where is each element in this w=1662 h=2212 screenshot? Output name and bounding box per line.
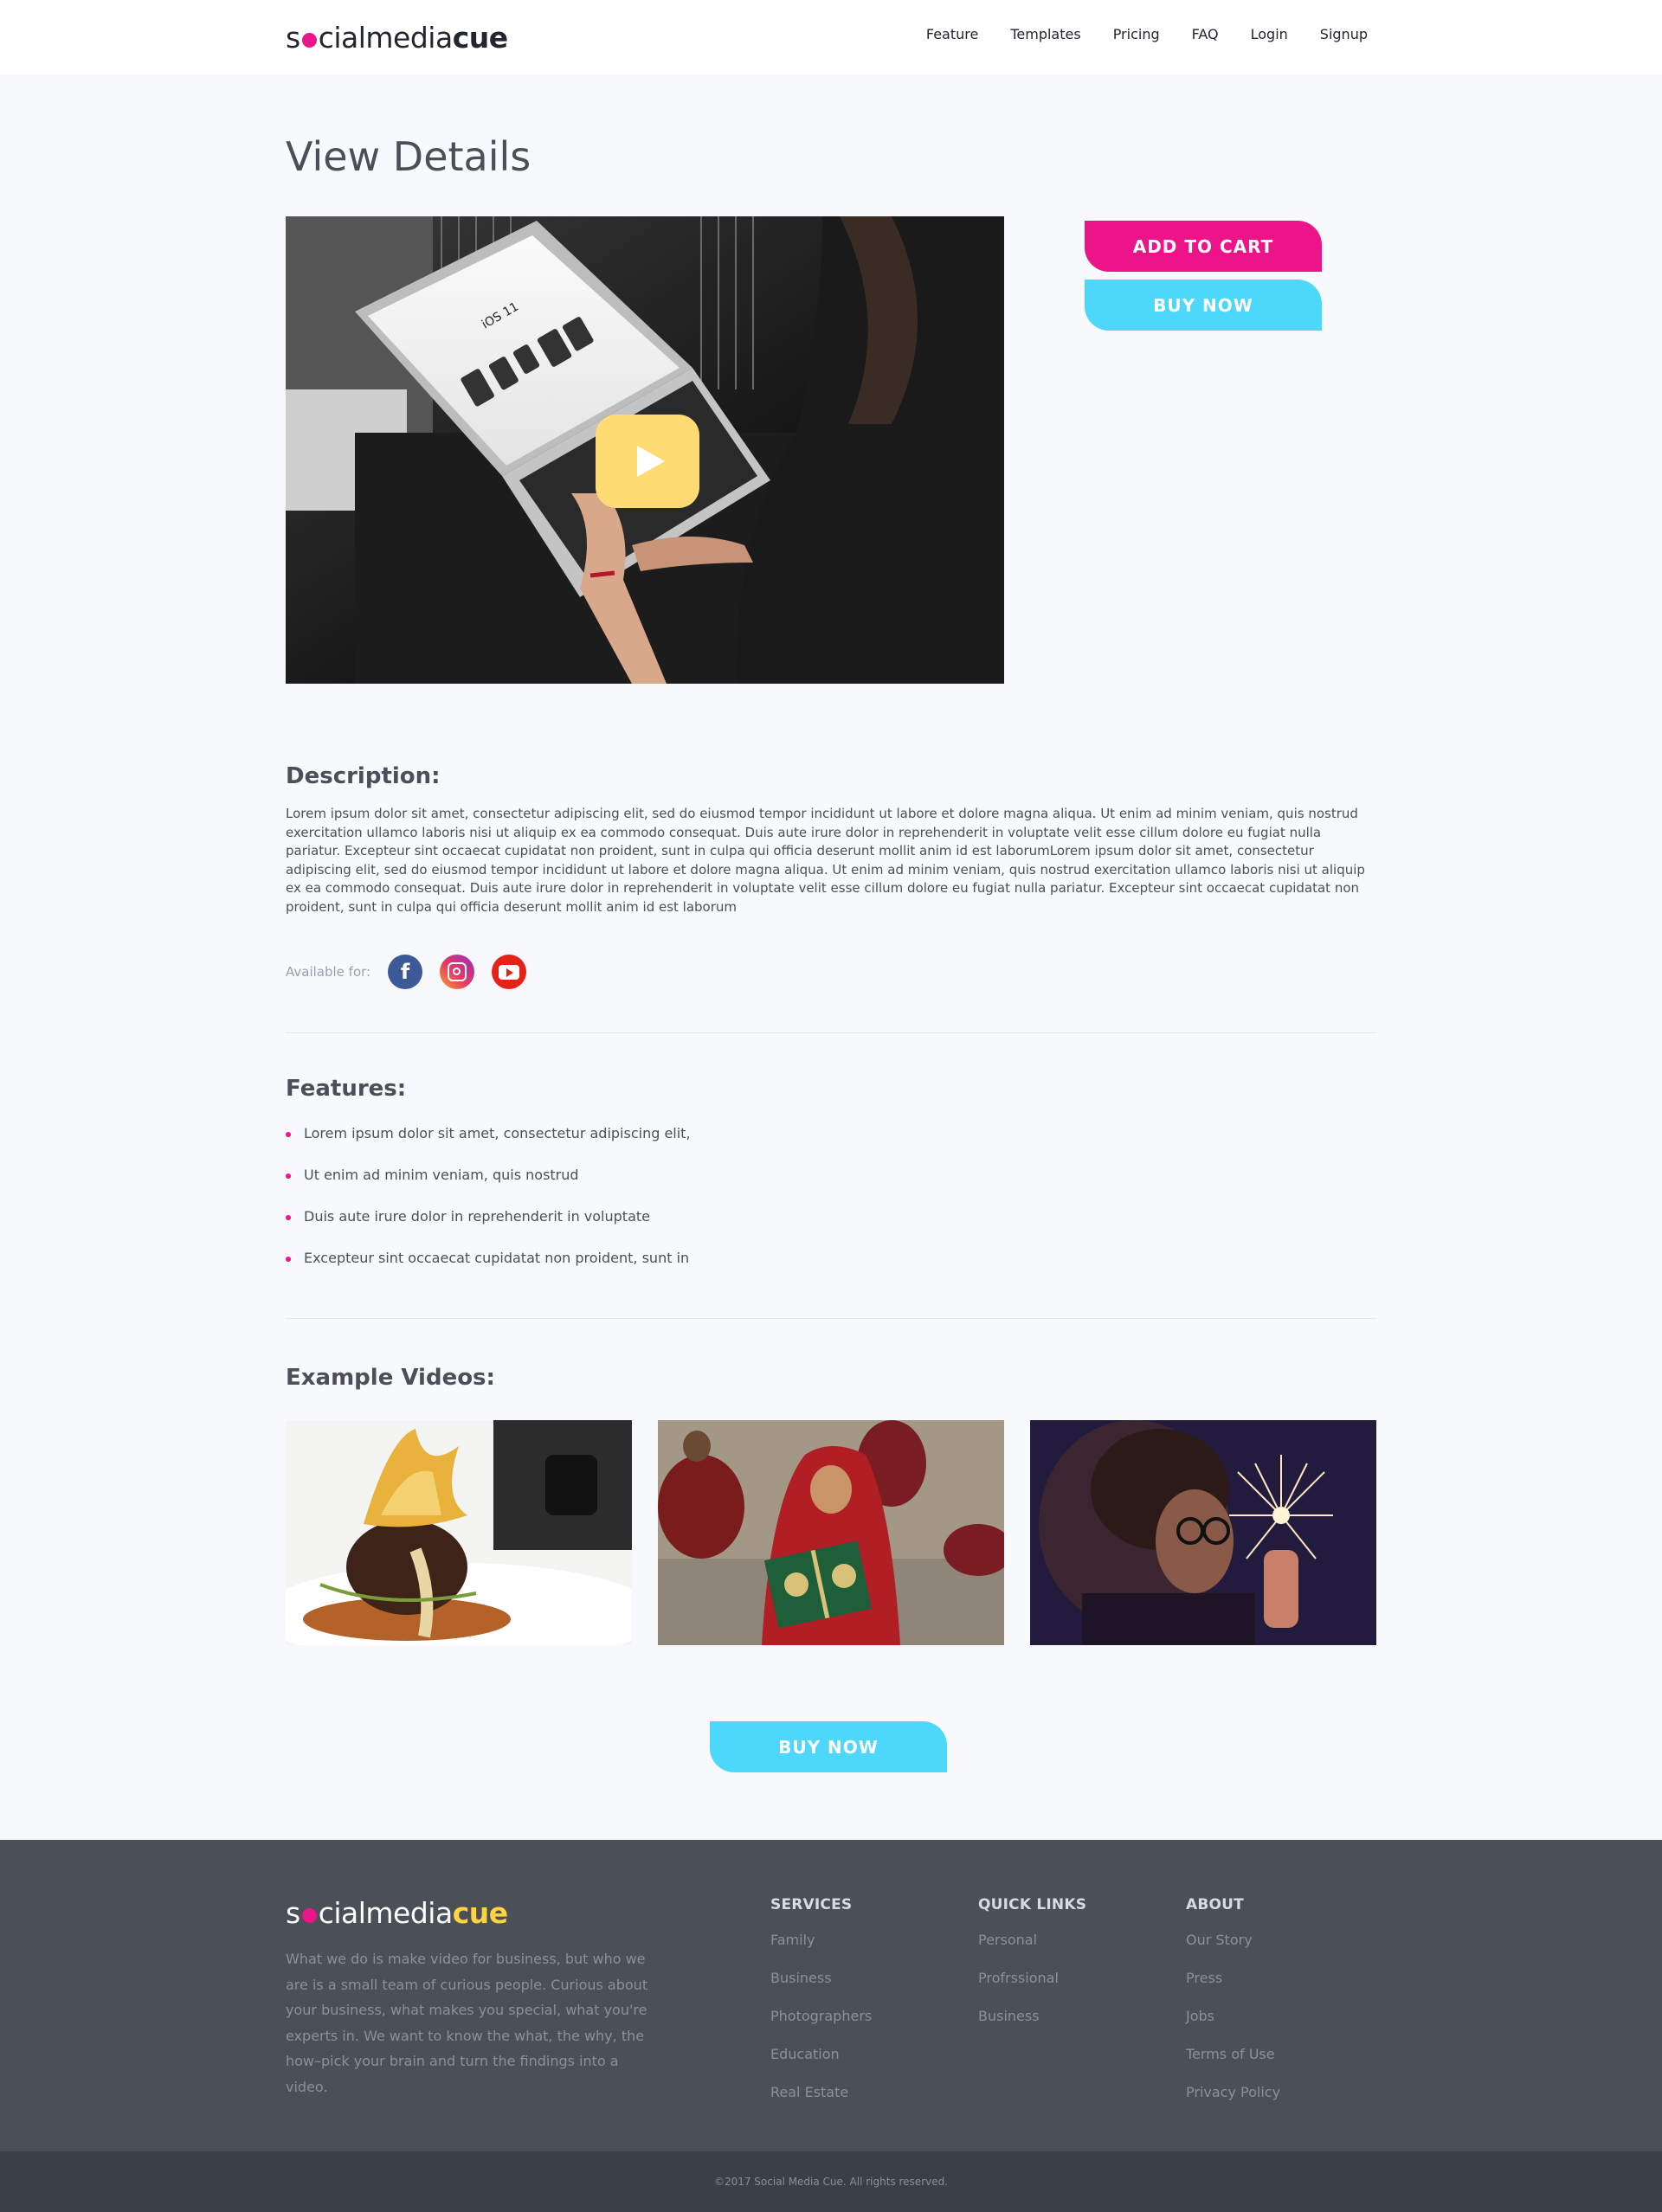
features-list: Lorem ipsum dolor sit amet, consectetur … <box>286 1122 691 1288</box>
footer-link[interactable]: Our Story <box>1186 1929 1280 1967</box>
examples-title: Example Videos: <box>286 1365 495 1391</box>
footer-logo-text-start: s <box>286 1896 300 1930</box>
site-header: s cialmediacue Feature Templates Pricing … <box>0 0 1662 74</box>
play-icon[interactable] <box>596 415 699 508</box>
sparkler-image <box>1030 1420 1376 1645</box>
divider <box>286 1032 1376 1033</box>
footer-logo-text-mid: cialmedia <box>318 1896 454 1930</box>
logo-dot-icon <box>301 33 317 48</box>
description-text: Lorem ipsum dolor sit amet, consectetur … <box>286 806 1365 915</box>
available-for: Available for: f <box>286 955 544 989</box>
add-to-cart-button[interactable]: ADD TO CART <box>1085 221 1322 272</box>
nav-feature[interactable]: Feature <box>926 26 978 42</box>
footer-about-text: What we do is make video for business, b… <box>286 1951 648 2095</box>
footer-link[interactable]: Education <box>770 2043 872 2081</box>
copyright-text: ©2017 Social Media Cue. All rights reser… <box>713 2176 949 2188</box>
footer-link[interactable]: Terms of Use <box>1186 2043 1280 2081</box>
buy-now-button[interactable]: BUY NOW <box>1085 280 1322 331</box>
footer-about-title: ABOUT <box>1186 1896 1244 1913</box>
copyright-bar: ©2017 Social Media Cue. All rights reser… <box>0 2151 1662 2212</box>
logo-text-start: s <box>286 21 300 55</box>
feature-item: Excepteur sint occaecat cupidatat non pr… <box>286 1246 691 1288</box>
footer-link[interactable]: Personal <box>978 1929 1086 1967</box>
example-videos <box>286 1420 1376 1645</box>
main-content: View Details iOS 11 ADD TO CART BUY NOW … <box>0 74 1653 1840</box>
feature-item: Duis aute irure dolor in reprehenderit i… <box>286 1205 691 1246</box>
logo[interactable]: s cialmediacue <box>286 21 508 55</box>
facebook-icon[interactable]: f <box>388 955 423 989</box>
footer-link[interactable]: Real Estate <box>770 2081 872 2119</box>
footer-logo-text-bold: cue <box>452 1896 508 1930</box>
page: s cialmediacue Feature Templates Pricing … <box>0 0 1662 2212</box>
buy-now-bottom-button[interactable]: BUY NOW <box>710 1721 947 1772</box>
example-video-sparkler[interactable] <box>1030 1420 1376 1645</box>
footer-link[interactable]: Family <box>770 1929 872 1967</box>
footer-link[interactable]: Jobs <box>1186 2005 1280 2043</box>
feature-item: Ut enim ad minim veniam, quis nostrud <box>286 1163 691 1205</box>
footer-logo[interactable]: s cialmediacue <box>286 1896 508 1930</box>
food-image <box>286 1420 632 1645</box>
nav-login[interactable]: Login <box>1251 26 1288 42</box>
divider <box>286 1318 1376 1319</box>
monk-image <box>658 1420 1004 1645</box>
footer-link[interactable]: Privacy Policy <box>1186 2081 1280 2119</box>
footer-link[interactable]: Profrssional <box>978 1967 1086 2005</box>
nav-faq[interactable]: FAQ <box>1192 26 1219 42</box>
footer-logo-dot-icon <box>301 1908 317 1923</box>
youtube-play-icon <box>499 964 520 980</box>
main-nav: Feature Templates Pricing FAQ Login Sign… <box>926 26 1368 42</box>
description-title: Description: <box>286 763 441 789</box>
logo-text-mid: cialmedia <box>318 21 454 55</box>
footer-link[interactable]: Photographers <box>770 2005 872 2043</box>
footer-quick-links-title: QUICK LINKS <box>978 1896 1087 1913</box>
footer-link[interactable]: Business <box>978 2005 1086 2043</box>
nav-templates[interactable]: Templates <box>1010 26 1080 42</box>
nav-signup[interactable]: Signup <box>1320 26 1368 42</box>
footer-quick-links: QUICK LINKS Personal Profrssional Busine… <box>978 1896 1086 2043</box>
page-title: View Details <box>286 133 531 180</box>
instagram-camera-icon <box>448 962 467 981</box>
footer-services: SERVICES Family Business Photographers E… <box>770 1896 872 2119</box>
logo-text-bold: cue <box>452 21 508 55</box>
features-title: Features: <box>286 1076 407 1102</box>
available-label: Available for: <box>286 964 371 980</box>
instagram-icon[interactable] <box>440 955 475 989</box>
example-video-monk[interactable] <box>658 1420 1004 1645</box>
footer-link[interactable]: Press <box>1186 1967 1280 2005</box>
footer-link[interactable]: Business <box>770 1967 872 2005</box>
footer-about-col: ABOUT Our Story Press Jobs Terms of Use … <box>1186 1896 1280 2119</box>
footer-services-title: SERVICES <box>770 1896 853 1913</box>
youtube-icon[interactable] <box>492 955 527 989</box>
example-video-food[interactable] <box>286 1420 632 1645</box>
nav-pricing[interactable]: Pricing <box>1113 26 1160 42</box>
hero-video[interactable]: iOS 11 <box>286 216 1004 684</box>
feature-item: Lorem ipsum dolor sit amet, consectetur … <box>286 1122 691 1163</box>
site-footer: s cialmediacue What we do is make video f… <box>0 1840 1662 2151</box>
